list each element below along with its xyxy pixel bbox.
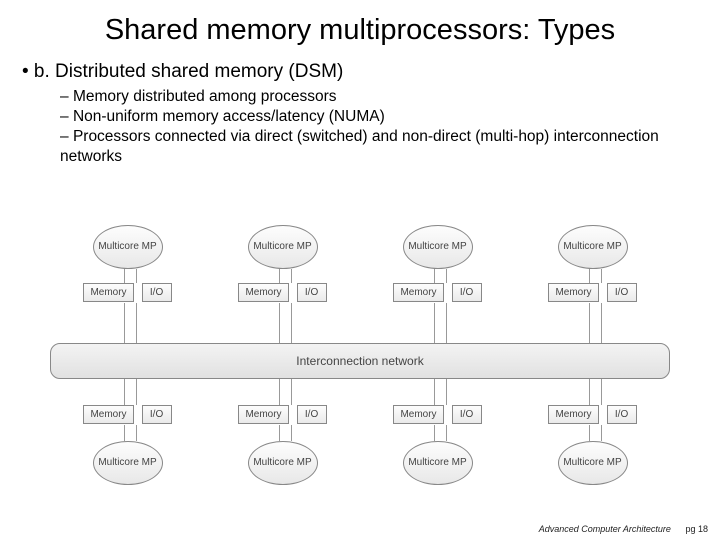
sub-bullet: Non-uniform memory access/latency (NUMA): [60, 107, 720, 127]
slide-title: Shared memory multiprocessors: Types: [0, 0, 720, 53]
mem-io-pair: Memory I/O: [393, 283, 481, 302]
io-box: I/O: [297, 283, 327, 302]
slide-footer: Advanced Computer Architecture pg 18: [539, 524, 708, 534]
memory-box: Memory: [548, 283, 598, 302]
mem-io-pair: Memory I/O: [548, 283, 636, 302]
io-box: I/O: [452, 405, 482, 424]
memory-box: Memory: [83, 283, 133, 302]
io-box: I/O: [142, 405, 172, 424]
io-box: I/O: [452, 283, 482, 302]
row-mem-io-top: Memory I/O Memory I/O Memory I/O Memory …: [50, 283, 670, 302]
memory-box: Memory: [238, 283, 288, 302]
sub-bullet: Processors connected via direct (switche…: [60, 127, 720, 167]
multicore-mp-node: Multicore MP: [403, 441, 473, 485]
multicore-mp-node: Multicore MP: [248, 225, 318, 269]
sub-bullet-list: Memory distributed among processors Non-…: [0, 87, 720, 168]
row-mem-io-bottom: Memory I/O Memory I/O Memory I/O Memory …: [50, 405, 670, 424]
memory-box: Memory: [393, 283, 443, 302]
row-interconnect: Interconnection network: [50, 343, 670, 379]
dsm-diagram: Multicore MP Multicore MP Multicore MP M…: [50, 225, 670, 485]
sub-bullet: Memory distributed among processors: [60, 87, 720, 107]
multicore-mp-node: Multicore MP: [93, 225, 163, 269]
io-box: I/O: [297, 405, 327, 424]
multicore-mp-node: Multicore MP: [93, 441, 163, 485]
row-processors-bottom: Multicore MP Multicore MP Multicore MP M…: [50, 441, 670, 485]
interconnection-network: Interconnection network: [50, 343, 670, 379]
mem-io-pair: Memory I/O: [83, 283, 171, 302]
io-box: I/O: [142, 283, 172, 302]
mem-io-pair: Memory I/O: [238, 405, 326, 424]
main-bullet: • b. Distributed shared memory (DSM): [0, 53, 720, 87]
multicore-mp-node: Multicore MP: [248, 441, 318, 485]
multicore-mp-node: Multicore MP: [558, 441, 628, 485]
io-box: I/O: [607, 405, 637, 424]
footer-course: Advanced Computer Architecture: [539, 524, 671, 534]
mem-io-pair: Memory I/O: [393, 405, 481, 424]
footer-page-number: 18: [698, 524, 708, 534]
footer-page-prefix: pg: [685, 524, 695, 534]
row-processors-top: Multicore MP Multicore MP Multicore MP M…: [50, 225, 670, 269]
multicore-mp-node: Multicore MP: [558, 225, 628, 269]
multicore-mp-node: Multicore MP: [403, 225, 473, 269]
io-box: I/O: [607, 283, 637, 302]
memory-box: Memory: [393, 405, 443, 424]
mem-io-pair: Memory I/O: [83, 405, 171, 424]
memory-box: Memory: [238, 405, 288, 424]
mem-io-pair: Memory I/O: [548, 405, 636, 424]
memory-box: Memory: [548, 405, 598, 424]
memory-box: Memory: [83, 405, 133, 424]
mem-io-pair: Memory I/O: [238, 283, 326, 302]
